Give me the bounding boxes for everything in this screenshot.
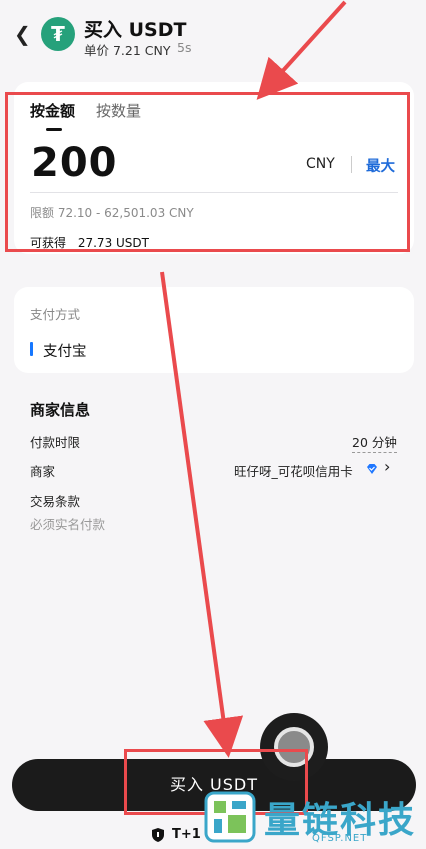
refresh-timer: 5s <box>177 40 192 55</box>
merchant-label: 商家 <box>30 464 56 479</box>
payment-accent-bar <box>30 342 33 356</box>
watermark-subtext: QFSP.NET <box>312 833 368 844</box>
payment-method[interactable]: 支付宝 <box>43 340 87 361</box>
time-limit-value[interactable]: 20 分钟 <box>352 432 397 453</box>
payment-label: 支付方式 <box>30 307 81 322</box>
shield-icon <box>152 828 164 842</box>
header: ❮ ₮ 买入 USDT 单价 7.21 CNY 5s <box>0 0 426 66</box>
annotation-box-amount <box>5 92 410 252</box>
verified-diamond-icon <box>367 464 377 474</box>
unit-price: 单价 7.21 CNY <box>84 43 171 58</box>
tether-icon: ₮ <box>41 17 75 51</box>
watermark: 量链科技 QFSP.NET <box>200 787 426 849</box>
terms-label: 交易条款 <box>30 494 81 509</box>
merchant-name[interactable]: 旺仔呀_可花呗信用卡 <box>234 461 353 480</box>
settlement-label: T+1 <box>172 827 201 842</box>
merchant-section-title: 商家信息 <box>30 401 91 419</box>
watermark-logo-icon <box>204 791 256 843</box>
chevron-right-icon[interactable]: › <box>384 458 390 476</box>
terms-value: 必须实名付款 <box>30 517 106 532</box>
back-arrow-icon[interactable]: ❮ <box>14 24 31 44</box>
time-limit-label: 付款时限 <box>30 435 81 450</box>
page-title: 买入 USDT <box>84 19 187 41</box>
